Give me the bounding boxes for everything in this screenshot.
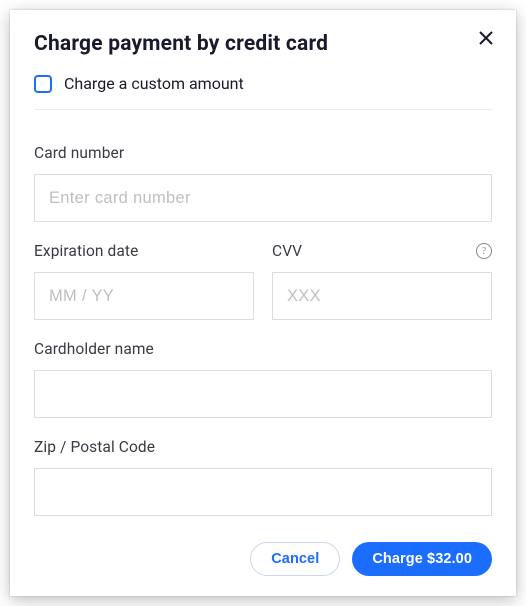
zip-field: Zip / Postal Code <box>34 438 492 516</box>
exp-cvv-row: Expiration date CVV ? <box>34 242 492 320</box>
cvv-label: CVV <box>272 242 302 260</box>
expiration-input[interactable] <box>34 272 254 320</box>
cvv-field: CVV ? <box>272 242 492 320</box>
modal-footer: Cancel Charge $32.00 <box>34 542 492 576</box>
cardholder-input[interactable] <box>34 370 492 418</box>
close-icon <box>478 30 494 46</box>
zip-input[interactable] <box>34 468 492 516</box>
custom-amount-checkbox[interactable] <box>34 75 52 93</box>
card-number-input[interactable] <box>34 174 492 222</box>
expiration-label: Expiration date <box>34 242 254 260</box>
modal-title: Charge payment by credit card <box>34 32 492 56</box>
cardholder-label: Cardholder name <box>34 340 492 358</box>
custom-amount-row: Charge a custom amount <box>34 74 492 93</box>
cardholder-field: Cardholder name <box>34 340 492 418</box>
custom-amount-label: Charge a custom amount <box>64 74 244 93</box>
help-icon[interactable]: ? <box>476 243 492 259</box>
divider <box>34 109 492 110</box>
cvv-input[interactable] <box>272 272 492 320</box>
close-button[interactable] <box>474 26 498 50</box>
zip-label: Zip / Postal Code <box>34 438 492 456</box>
card-number-field: Card number <box>34 144 492 222</box>
payment-modal: Charge payment by credit card Charge a c… <box>10 10 516 596</box>
expiration-field: Expiration date <box>34 242 254 320</box>
card-number-label: Card number <box>34 144 492 162</box>
charge-button[interactable]: Charge $32.00 <box>352 542 492 576</box>
cancel-button[interactable]: Cancel <box>250 542 340 576</box>
